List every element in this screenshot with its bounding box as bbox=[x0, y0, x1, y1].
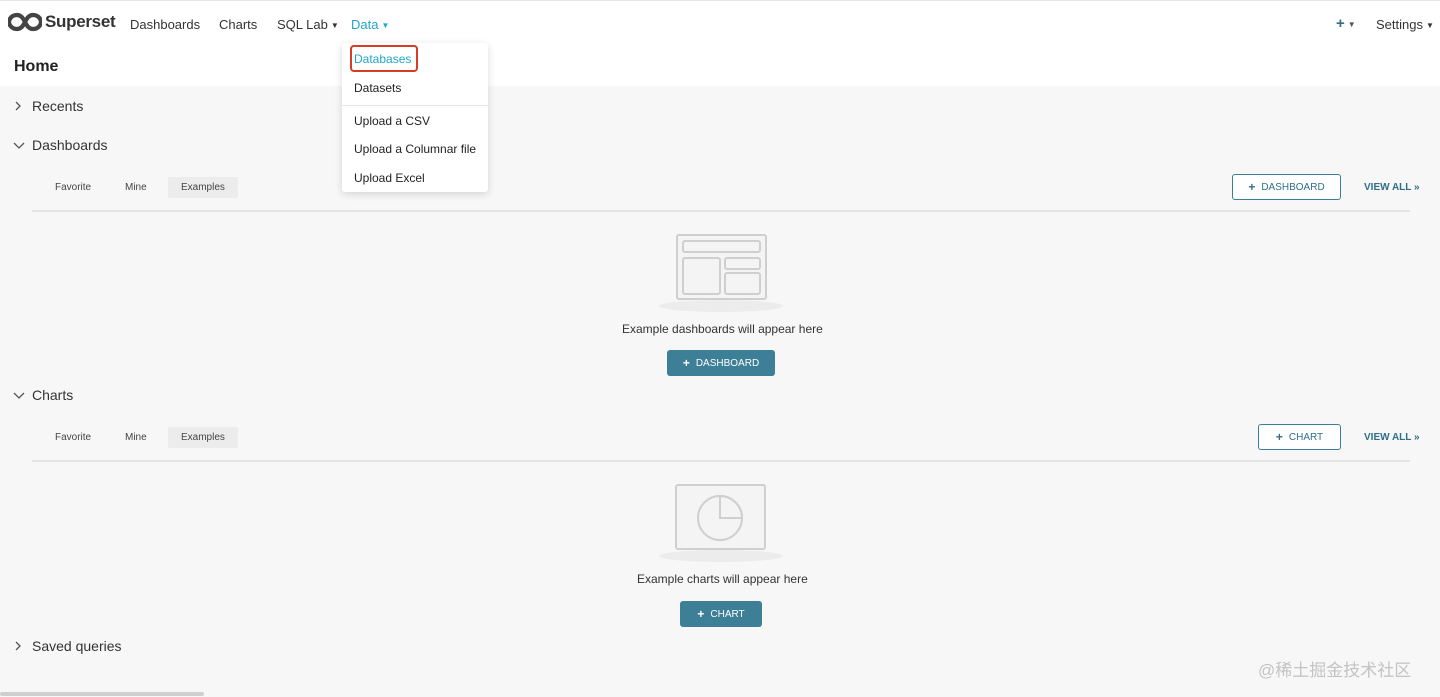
horizontal-scrollbar[interactable] bbox=[0, 692, 204, 696]
dashboards-empty-text: Example dashboards will appear here bbox=[622, 322, 823, 336]
section-dashboards-title: Dashboards bbox=[32, 137, 108, 153]
home-header: Home bbox=[0, 46, 1440, 86]
plus-icon: + bbox=[1248, 180, 1256, 194]
section-recents-title: Recents bbox=[32, 98, 84, 114]
plus-icon: + bbox=[697, 607, 705, 621]
add-dashboard-button[interactable]: + DASHBOARD bbox=[1232, 174, 1341, 200]
infinity-logo-icon bbox=[8, 12, 42, 32]
dashboards-tab-mine[interactable]: Mine bbox=[112, 177, 160, 198]
add-chart-button[interactable]: + CHART bbox=[1258, 424, 1341, 450]
brand[interactable]: Superset bbox=[8, 12, 116, 32]
create-dashboard-button[interactable]: + DASHBOARD bbox=[667, 350, 775, 376]
charts-tab-examples[interactable]: Examples bbox=[168, 427, 238, 448]
charts-tab-favorite[interactable]: Favorite bbox=[42, 427, 104, 448]
section-charts-title: Charts bbox=[32, 387, 74, 403]
nav-charts[interactable]: Charts bbox=[219, 17, 257, 32]
chart-placeholder-icon bbox=[659, 484, 783, 562]
page-title: Home bbox=[14, 58, 59, 75]
nav-data-label: Data bbox=[351, 17, 379, 32]
caret-down-icon: ▼ bbox=[381, 21, 390, 30]
section-divider bbox=[32, 460, 1410, 462]
plus-icon: + bbox=[1336, 15, 1345, 32]
dashboards-view-all-link[interactable]: VIEW ALL » bbox=[1364, 182, 1420, 193]
top-navbar: Superset Dashboards Charts SQL Lab ▼ Data… bbox=[0, 0, 1440, 46]
add-new-menu[interactable]: + ▼ bbox=[1336, 15, 1356, 32]
add-dashboard-label: DASHBOARD bbox=[1261, 181, 1325, 193]
chevron-down-icon bbox=[13, 392, 25, 399]
section-saved-queries-title: Saved queries bbox=[32, 638, 122, 654]
chevron-right-icon bbox=[15, 641, 21, 651]
highlight-box bbox=[350, 45, 418, 72]
chevron-down-icon bbox=[13, 142, 25, 149]
nav-dashboards[interactable]: Dashboards bbox=[130, 17, 200, 32]
create-chart-button[interactable]: + CHART bbox=[680, 601, 762, 627]
section-recents-toggle[interactable]: Recents bbox=[12, 98, 83, 114]
plus-icon: + bbox=[682, 356, 690, 370]
add-chart-label: CHART bbox=[1288, 431, 1324, 443]
caret-down-icon: ▼ bbox=[1425, 21, 1434, 30]
watermark: @稀土掘金技术社区 bbox=[1258, 661, 1412, 680]
caret-down-icon: ▼ bbox=[330, 21, 339, 30]
caret-down-icon: ▼ bbox=[1347, 20, 1356, 29]
plus-icon: + bbox=[1275, 430, 1283, 444]
dashboard-placeholder-icon bbox=[659, 234, 783, 312]
menu-item-upload-excel[interactable]: Upload Excel bbox=[354, 171, 425, 185]
nav-sql-lab[interactable]: SQL Lab ▼ bbox=[277, 17, 339, 32]
nav-data[interactable]: Data ▼ bbox=[351, 17, 389, 32]
charts-view-all-link[interactable]: VIEW ALL » bbox=[1364, 432, 1420, 443]
nav-settings[interactable]: Settings ▼ bbox=[1376, 17, 1434, 32]
dashboards-tab-examples[interactable]: Examples bbox=[168, 177, 238, 198]
section-charts-toggle[interactable]: Charts bbox=[12, 387, 73, 403]
brand-name: Superset bbox=[45, 12, 116, 31]
charts-empty-text: Example charts will appear here bbox=[637, 572, 808, 586]
chevron-right-icon bbox=[15, 101, 21, 111]
nav-sql-lab-label: SQL Lab bbox=[277, 17, 328, 32]
create-dashboard-label: DASHBOARD bbox=[695, 357, 760, 369]
nav-settings-label: Settings bbox=[1376, 17, 1423, 32]
dashboards-tab-favorite[interactable]: Favorite bbox=[42, 177, 104, 198]
section-divider bbox=[32, 210, 1410, 212]
menu-item-upload-csv[interactable]: Upload a CSV bbox=[354, 114, 430, 128]
menu-item-upload-columnar[interactable]: Upload a Columnar file bbox=[354, 142, 476, 156]
section-dashboards-toggle[interactable]: Dashboards bbox=[12, 137, 108, 153]
menu-divider bbox=[342, 105, 488, 106]
section-saved-queries-toggle[interactable]: Saved queries bbox=[12, 638, 122, 654]
menu-item-datasets[interactable]: Datasets bbox=[354, 81, 401, 95]
create-chart-label: CHART bbox=[710, 608, 745, 620]
charts-tab-mine[interactable]: Mine bbox=[112, 427, 160, 448]
